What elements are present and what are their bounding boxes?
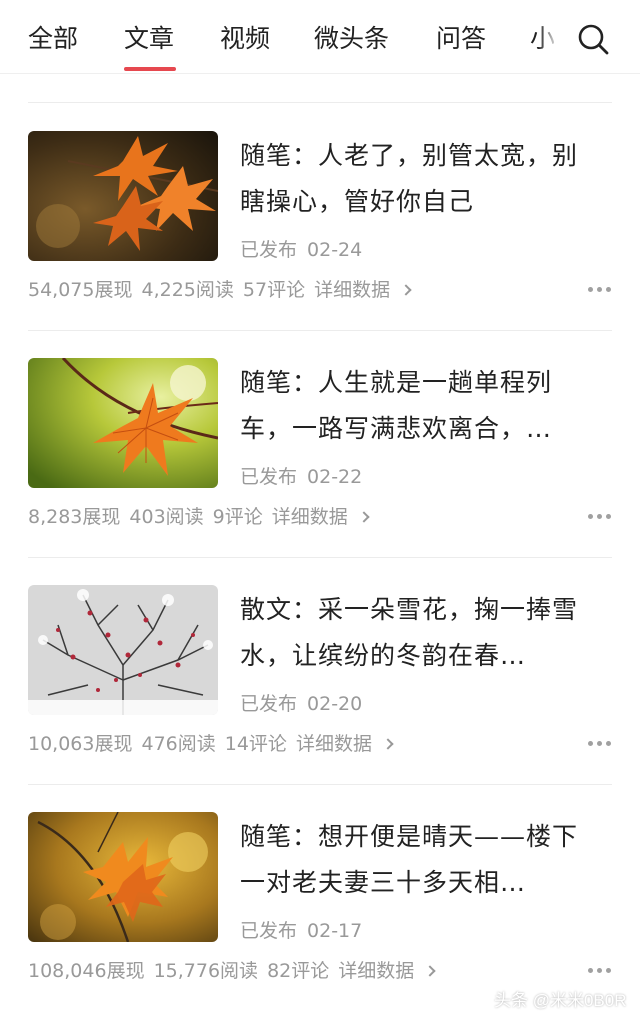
tab-overflow-fade bbox=[538, 18, 568, 60]
article-card[interactable]: 随笔：想开便是晴天——楼下一对老夫妻三十多天相… 已发布 02-17 108,04… bbox=[0, 784, 640, 1012]
article-thumbnail[interactable] bbox=[28, 131, 218, 261]
publish-info: 已发布 02-17 bbox=[240, 918, 372, 944]
article-stats: 108,046展现 15,776阅读 82评论 详细数据 bbox=[28, 958, 443, 984]
more-options-button[interactable] bbox=[588, 514, 612, 520]
more-dots-icon bbox=[597, 514, 602, 519]
impressions-count: 54,075展现 bbox=[28, 279, 133, 301]
reads-count: 15,776阅读 bbox=[153, 960, 259, 982]
publish-status: 已发布 bbox=[240, 239, 298, 261]
detail-data-label: 详细数据 bbox=[295, 733, 372, 755]
watermark: 头条 @米米0B0R bbox=[494, 991, 627, 1010]
more-dots-icon bbox=[588, 514, 593, 519]
publish-date: 02-24 bbox=[307, 239, 363, 261]
impressions-count: 10,063展现 bbox=[28, 733, 133, 755]
more-dots-icon bbox=[588, 287, 593, 292]
comments-count: 9评论 bbox=[212, 506, 263, 528]
tab-qa[interactable]: 问答 bbox=[436, 22, 486, 56]
more-dots-icon bbox=[606, 968, 611, 973]
tab-videos[interactable]: 视频 bbox=[220, 22, 270, 56]
reads-count: 476阅读 bbox=[141, 733, 216, 755]
reads-count: 4,225阅读 bbox=[141, 279, 234, 301]
more-options-button[interactable] bbox=[588, 968, 612, 974]
detail-data-link[interactable]: 详细数据 bbox=[295, 733, 394, 755]
article-thumbnail[interactable] bbox=[28, 358, 218, 488]
article-card[interactable]: 散文：采一朵雪花，掬一捧雪水，让缤纷的冬韵在春… 已发布 02-20 10,063… bbox=[0, 557, 640, 785]
publish-date: 02-22 bbox=[307, 466, 363, 488]
more-dots-icon bbox=[588, 741, 593, 746]
article-stats: 54,075展现 4,225阅读 57评论 详细数据 bbox=[28, 277, 419, 303]
more-dots-icon bbox=[606, 287, 611, 292]
publish-status: 已发布 bbox=[240, 466, 298, 488]
comments-count: 57评论 bbox=[242, 279, 306, 301]
more-dots-icon bbox=[606, 741, 611, 746]
search-icon bbox=[578, 24, 609, 55]
publish-date: 02-20 bbox=[307, 693, 363, 715]
search-button[interactable] bbox=[574, 20, 614, 60]
impressions-count: 8,283展现 bbox=[28, 506, 121, 528]
chevron-right-icon bbox=[400, 284, 412, 296]
reads-count: 403阅读 bbox=[129, 506, 204, 528]
article-thumbnail[interactable] bbox=[28, 812, 218, 942]
article-stats: 8,283展现 403阅读 9评论 详细数据 bbox=[28, 504, 377, 530]
article-title[interactable]: 随笔：想开便是晴天——楼下一对老夫妻三十多天相… bbox=[240, 814, 600, 906]
detail-data-link[interactable]: 详细数据 bbox=[338, 960, 436, 982]
detail-data-link[interactable]: 详细数据 bbox=[314, 279, 412, 301]
detail-data-label: 详细数据 bbox=[271, 506, 348, 528]
more-dots-icon bbox=[588, 968, 593, 973]
more-dots-icon bbox=[597, 968, 602, 973]
publish-info: 已发布 02-22 bbox=[240, 464, 372, 490]
tab-micro-headlines[interactable]: 微头条 bbox=[314, 22, 389, 56]
more-dots-icon bbox=[597, 287, 602, 292]
more-dots-icon bbox=[606, 514, 611, 519]
chevron-right-icon bbox=[358, 511, 370, 523]
more-options-button[interactable] bbox=[588, 287, 612, 293]
detail-data-label: 详细数据 bbox=[314, 279, 391, 301]
detail-data-link[interactable]: 详细数据 bbox=[271, 506, 370, 528]
active-tab-indicator bbox=[124, 67, 176, 71]
more-options-button[interactable] bbox=[588, 741, 612, 747]
publish-status: 已发布 bbox=[240, 920, 298, 942]
chevron-right-icon bbox=[382, 738, 394, 750]
publish-info: 已发布 02-20 bbox=[240, 691, 372, 717]
publish-info: 已发布 02-24 bbox=[240, 237, 372, 263]
article-card[interactable]: 随笔：人老了，别管太宽，别瞎操心，管好你自己 已发布 02-24 54,075展现… bbox=[0, 103, 640, 331]
impressions-count: 108,046展现 bbox=[28, 960, 145, 982]
publish-date: 02-17 bbox=[307, 920, 363, 942]
chevron-right-icon bbox=[424, 965, 436, 977]
more-dots-icon bbox=[597, 741, 602, 746]
article-title[interactable]: 散文：采一朵雪花，掬一捧雪水，让缤纷的冬韵在春… bbox=[240, 587, 600, 679]
detail-data-label: 详细数据 bbox=[338, 960, 415, 982]
article-thumbnail[interactable] bbox=[28, 585, 218, 715]
comments-count: 14评论 bbox=[224, 733, 287, 755]
tab-articles[interactable]: 文章 bbox=[124, 22, 174, 56]
comments-count: 82评论 bbox=[267, 960, 330, 982]
tab-all[interactable]: 全部 bbox=[28, 22, 78, 56]
tab-bar: 全部 文章 视频 微头条 问答 小 bbox=[0, 0, 640, 74]
publish-status: 已发布 bbox=[240, 693, 298, 715]
article-stats: 10,063展现 476阅读 14评论 详细数据 bbox=[28, 731, 401, 757]
article-card[interactable]: 随笔：人生就是一趟单程列车，一路写满悲欢离合，… 已发布 02-22 8,283展… bbox=[0, 330, 640, 558]
article-title[interactable]: 随笔：人老了，别管太宽，别瞎操心，管好你自己 bbox=[240, 133, 600, 225]
article-title[interactable]: 随笔：人生就是一趟单程列车，一路写满悲欢离合，… bbox=[240, 360, 600, 452]
